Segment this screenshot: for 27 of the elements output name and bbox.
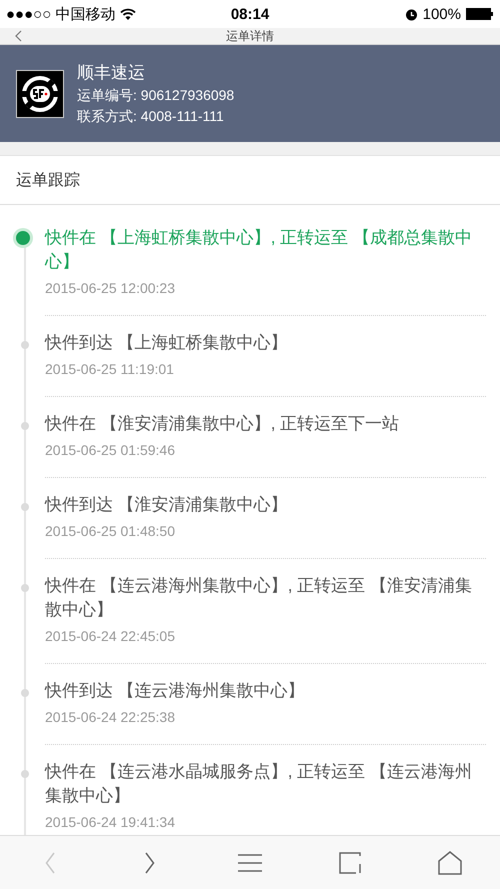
event-text: 快件到达 【淮安清浦集散中心】 [45,494,289,516]
tracking-number: 运单编号: 906127936098 [77,87,234,105]
event-time: 2015-06-25 01:59:46 [45,442,176,458]
back-icon[interactable] [14,30,24,42]
wifi-icon [120,8,136,20]
event-text: 快件在 【淮安清浦集散中心】, 正转运至下一站 [45,413,400,435]
event-time: 2015-06-24 22:25:38 [45,709,176,725]
contact-phone: 联系方式: 4008-111-111 [77,108,225,126]
event-text: 快件到达 【上海虹桥集散中心】 [45,332,289,354]
courier-logo [16,70,64,118]
page-title: 运单详情 [226,28,274,44]
courier-name: 顺丰速运 [77,62,146,84]
carrier-text: ●●●○○ 中国移动 [6,4,116,24]
event-text: 快件在 【连云港水晶城服务点】, 正转运至 【连云港海州集散中心】 [45,761,473,807]
event-text: 快件在 【上海虹桥集散中心】, 正转运至 【成都总集散中心】 [45,227,473,273]
event-time: 2015-06-24 19:41:34 [45,814,176,830]
event-time: 2015-06-25 11:19:01 [45,361,175,377]
section-title: 运单跟踪 [0,156,500,205]
event-time: 2015-06-25 01:48:50 [45,523,176,539]
event-text: 快件在 【连云港海州集散中心】, 正转运至 【淮安清浦集散中心】 [45,575,473,621]
event-time: 2015-06-24 22:45:05 [45,628,176,644]
event-text: 快件到达 【连云港海州集散中心】 [45,680,306,702]
battery-percent: 100% [422,6,461,22]
event-time: 2015-06-25 12:00:23 [45,280,176,296]
clock-time: 08:14 [230,6,270,22]
alarm-icon [404,8,418,20]
battery-icon [466,8,494,20]
